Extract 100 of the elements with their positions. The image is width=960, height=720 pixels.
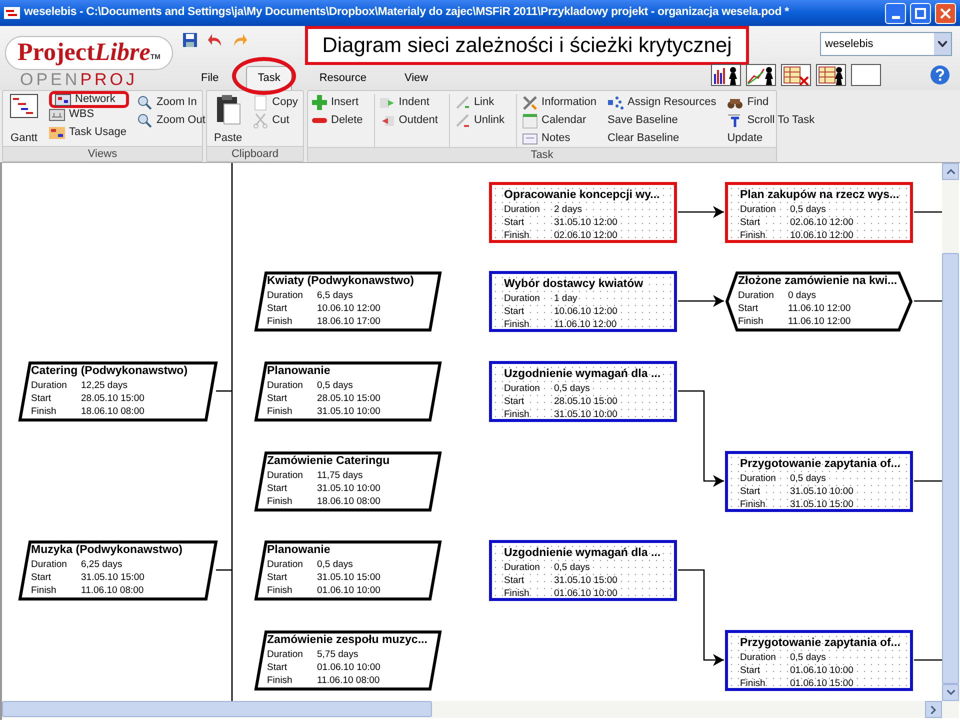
node-title: Planowanie (267, 364, 332, 379)
ribbon-button[interactable]: Link (454, 94, 508, 111)
ribbon-button[interactable]: Notes (522, 130, 600, 147)
table-delete-icon[interactable] (781, 64, 811, 86)
summary-node[interactable] (254, 272, 442, 332)
undo-icon[interactable] (207, 32, 223, 48)
field-value: 31.05.10 10:00 (790, 485, 854, 498)
table-person-icon[interactable] (816, 64, 846, 86)
ribbon-button[interactable]: Outdent (380, 112, 441, 129)
field-label: Finish (504, 408, 530, 421)
field-value: 10.06.10 12:00 (554, 305, 618, 318)
ribbon-button[interactable]: Task Usage (49, 124, 130, 141)
ribbon-tab[interactable]: File (190, 66, 230, 90)
ribbon-button[interactable]: Indent (380, 94, 441, 111)
field-label: Start (504, 305, 526, 318)
maximize-button[interactable] (910, 2, 931, 24)
summary-node[interactable] (18, 362, 218, 422)
page-icon (253, 94, 268, 110)
summary-node[interactable] (254, 630, 442, 690)
ribbon-button[interactable]: Zoom Out (137, 112, 208, 129)
wbs-icon (49, 108, 65, 120)
field-value: 28.05.10 15:00 (554, 395, 618, 408)
dependency-arrow (678, 295, 724, 307)
scroll-right-button[interactable] (925, 701, 942, 718)
field-value: 6,5 days (317, 289, 353, 302)
connector-line (914, 300, 942, 302)
ribbon-button[interactable]: Find (727, 94, 818, 111)
field-value: 31.05.10 15:00 (317, 571, 380, 584)
task-node[interactable]: Plan zakupów na rzecz wys... Duration 0,5 days Start 02.06.10 12:00 Finish 10.06.10 12:00 (725, 182, 913, 243)
ribbon-button[interactable]: Update (727, 130, 818, 147)
summary-node[interactable] (254, 540, 442, 600)
field-label: Finish (267, 315, 294, 328)
field-value: 01.06.10 10:00 (790, 664, 854, 677)
field-label: Start (504, 574, 526, 587)
ribbon-button[interactable]: Scroll To Task (727, 112, 818, 129)
field-label: Start (267, 482, 288, 495)
ribbon-button[interactable]: Clear Baseline (608, 130, 720, 147)
ribbon-button[interactable]: Cut (253, 112, 301, 129)
field-value: 2 days (554, 203, 582, 216)
ribbon-button[interactable]: Unlink (454, 112, 508, 129)
save-icon[interactable] (182, 32, 198, 48)
plus-icon (312, 95, 327, 110)
ribbon-button[interactable]: Delete (312, 112, 366, 129)
ribbon-button[interactable]: Assign Resources (608, 94, 720, 111)
field-label: Finish (740, 677, 766, 690)
field-value: 12,25 days (81, 379, 128, 392)
scroll-thumb[interactable] (942, 253, 959, 684)
field-label: Start (267, 571, 288, 584)
connector-line (914, 659, 942, 661)
group-label: Views (3, 146, 202, 161)
help-icon[interactable] (930, 65, 950, 85)
scroll-thumb[interactable] (2, 701, 432, 717)
field-value: 31.05.10 15:00 (81, 571, 144, 584)
milestone-node[interactable] (725, 272, 913, 332)
close-button[interactable] (935, 2, 956, 24)
task-node[interactable]: Opracowanie koncepcji wy... Duration 2 days Start 31.05.10 12:00 Finish 02.06.10 12:00 (489, 182, 677, 243)
group-label: Task (308, 147, 776, 162)
task-node[interactable]: Uzgodnienie wymagań dla ... Duration 0,5 days Start 31.05.10 15:00 Finish 01.06.10 10:00 (489, 540, 677, 601)
bar-chart-icon[interactable] (711, 64, 741, 86)
ribbon-button[interactable]: Gantt (7, 94, 41, 146)
blank-button[interactable] (851, 64, 881, 86)
summary-node[interactable] (18, 540, 218, 600)
ribbon-tab[interactable]: Task (246, 66, 292, 90)
notes-icon (522, 130, 538, 146)
gantt-chart-icon (10, 94, 38, 118)
horizontal-scrollbar[interactable] (2, 701, 959, 718)
minimize-button[interactable] (885, 2, 906, 24)
scroll-up-button[interactable] (942, 163, 959, 180)
task-node[interactable]: Przygotowanie zapytania of... Duration 0,5 days Start 01.06.10 10:00 Finish 01.06.10 15:00 (725, 630, 913, 691)
minimize-icon (892, 16, 900, 18)
ribbon-button[interactable]: WBS (49, 106, 130, 123)
summary-node[interactable] (254, 452, 442, 512)
field-label: Finish (31, 584, 58, 597)
ribbon-tab[interactable]: Resource (308, 66, 378, 90)
node-title: Catering (Podwykonawstwo) (31, 364, 189, 379)
field-label: Finish (267, 405, 294, 418)
field-value: 28.05.10 15:00 (317, 392, 380, 405)
vertical-scrollbar[interactable] (942, 163, 959, 701)
scroll-down-button[interactable] (942, 684, 959, 701)
ribbon-button[interactable]: Insert (312, 94, 366, 111)
ribbon-button[interactable]: Save Baseline (608, 112, 720, 129)
task-node[interactable]: Uzgodnienie wymagań dla ... Duration 0,5 days Start 28.05.10 15:00 Finish 31.05.10 10:00 (489, 361, 677, 422)
ribbon-button[interactable]: Network (49, 91, 130, 108)
ribbon-tab[interactable]: View (393, 66, 440, 90)
field-value: 31.05.10 10:00 (317, 405, 380, 418)
ribbon-button[interactable]: Paste (211, 94, 246, 146)
ribbon-button[interactable]: Copy (253, 94, 301, 111)
summary-node[interactable] (254, 362, 442, 422)
task-node[interactable]: Wybór dostawcy kwiatów Duration 1 day Start 10.06.10 12:00 Finish 11.06.10 12:00 (489, 271, 677, 332)
field-label: Finish (504, 587, 530, 600)
ribbon-button[interactable]: Zoom In (137, 94, 208, 111)
ribbon-button[interactable]: Calendar (522, 112, 600, 129)
field-value: 0,5 days (790, 651, 826, 664)
line-chart-icon[interactable] (746, 64, 776, 86)
field-label: Duration (504, 292, 541, 305)
project-dropdown[interactable]: weselebis (820, 32, 952, 56)
ribbon-button[interactable]: Information (522, 94, 600, 111)
task-node[interactable]: Przygotowanie zapytania of... Duration 0,5 days Start 31.05.10 10:00 Finish 31.05.10 15:00 (725, 451, 913, 512)
node-title: Przygotowanie zapytania of... (740, 457, 898, 472)
field-label: Start (267, 392, 288, 405)
